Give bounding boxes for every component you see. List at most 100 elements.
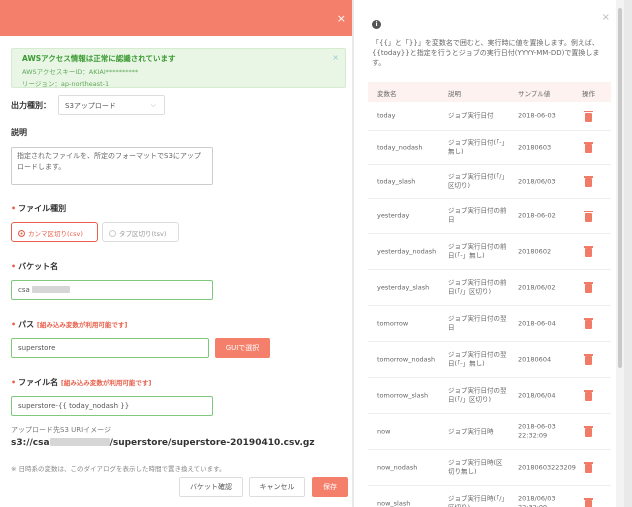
radio-tsv-label: タブ区切り(tsv) <box>119 230 167 238</box>
variables-table-header: 変数名 説明 サンプル値 操作 <box>368 82 611 102</box>
cell-name: today <box>377 111 396 120</box>
cell-sample: 2018/06/03 <box>518 176 556 185</box>
cell-sample: 2018-06-03 22:32:09 <box>518 422 556 440</box>
table-row: tomorrow_slash ジョブ実行日付の翌日(「/」区切り) 2018/06/… <box>368 378 611 414</box>
upload-uri-suffix: /superstore/superstore-20190410.csv.gz <box>109 438 315 448</box>
upload-uri-label: アップロード先S3 URIイメージ <box>11 426 112 434</box>
column-header: サンプル値 <box>518 90 551 98</box>
trash-icon[interactable] <box>584 426 593 437</box>
bucket-value: csa <box>18 286 30 294</box>
path-label: • パス [組み込み変数が利用可能です] <box>11 319 127 330</box>
cell-sample: 2018-06-02 <box>518 211 556 220</box>
file-type-label-text: ファイル種別 <box>18 204 67 213</box>
upload-uri: s3://csa/superstore/superstore-20190410.… <box>11 438 315 448</box>
cell-sample: 20180604 <box>518 354 552 363</box>
cell-name: now <box>377 426 391 435</box>
cancel-button[interactable]: キャンセル <box>249 477 305 497</box>
filename-label: • ファイル名 [組み込み変数が利用可能です] <box>11 377 151 388</box>
trash-icon[interactable] <box>584 390 593 401</box>
table-row: tomorrow_nodash ジョブ実行日付の翌日(「-」無し) 20180604 <box>368 342 611 378</box>
path-input[interactable]: superstore <box>11 338 209 358</box>
s3-upload-modal: × AWSアクセス情報は正常に認識されています AWSアクセスキーID：AKIA… <box>0 0 352 507</box>
modal-header: × <box>0 0 352 36</box>
chevron-down-icon: ⌵ <box>150 101 156 109</box>
column-header: 説明 <box>448 90 461 98</box>
trash-icon[interactable] <box>584 354 593 365</box>
column-header: 変数名 <box>377 90 397 98</box>
output-type-select[interactable]: S3アップロード ⌵ <box>58 95 165 115</box>
cell-name: tomorrow_nodash <box>377 354 436 363</box>
required-mark: • <box>11 262 17 271</box>
file-type-label: • ファイル種別 <box>11 203 66 214</box>
required-mark: • <box>11 378 17 387</box>
radio-csv-label: カンマ区切り(csv) <box>28 230 83 238</box>
radio-tsv[interactable]: タブ区切り(tsv) <box>102 222 179 242</box>
cell-name: tomorrow_slash <box>377 390 429 399</box>
table-row: now_nodash ジョブ実行日時(区切り無し) 20180603223209 <box>368 450 611 486</box>
cell-sample: 20180603223209 <box>518 462 576 471</box>
alert-key-line: AWSアクセスキーID：AKIAI********** <box>22 68 139 76</box>
required-mark: • <box>11 320 17 329</box>
trash-icon[interactable] <box>584 246 593 257</box>
cell-desc: ジョブ実行日付の翌日 <box>448 314 507 332</box>
bucket-check-button[interactable]: バケット確認 <box>179 477 243 497</box>
table-row: yesterday ジョブ実行日付の前日 2018-06-02 <box>368 199 611 234</box>
trash-icon[interactable] <box>584 210 593 222</box>
description-label: 説明 <box>11 128 27 137</box>
path-label-text: パス <box>18 320 35 329</box>
cell-sample: 20180603 <box>518 142 552 151</box>
trash-icon[interactable] <box>584 282 593 293</box>
modal-close-icon[interactable]: × <box>337 12 346 25</box>
table-row: yesterday_slash ジョブ実行日付の前日(「/」区切り) 2018/06… <box>368 270 611 306</box>
alert-region-line: リージョン：ap-northeast-1 <box>22 80 110 88</box>
cell-name: yesterday_slash <box>377 282 430 291</box>
radio-csv[interactable]: カンマ区切り(csv) <box>11 222 98 242</box>
radio-dot-icon <box>18 230 25 237</box>
save-button[interactable]: 保存 <box>312 477 348 497</box>
table-row: today ジョブ実行日付 2018-06-03 <box>368 102 611 131</box>
cell-desc: ジョブ実行日付の翌日(「/」区切り) <box>448 386 507 404</box>
cell-desc: ジョブ実行日付(「-」無し) <box>448 138 505 156</box>
alert-close-icon[interactable]: × <box>332 53 339 62</box>
cell-sample: 2018/06/03 22:32:09 <box>518 494 556 507</box>
cell-name: now_slash <box>377 498 411 507</box>
modal-body: AWSアクセス情報は正常に認識されています AWSアクセスキーID：AKIAI*… <box>0 36 352 507</box>
output-type-value: S3アップロード <box>65 102 116 110</box>
radio-dot-icon <box>109 230 116 237</box>
trash-icon[interactable] <box>584 110 593 122</box>
cell-desc: ジョブ実行日時(区切り無し) <box>448 458 503 476</box>
redacted-blur <box>49 438 110 446</box>
output-type-label: 出力種別： <box>11 101 51 110</box>
table-row: today_nodash ジョブ実行日付(「-」無し) 20180603 <box>368 131 611 165</box>
cell-sample: 2018-06-04 <box>518 318 556 327</box>
trash-icon[interactable] <box>584 318 593 329</box>
alert-title: AWSアクセス情報は正常に認識されています <box>22 54 176 63</box>
bucket-label: • バケット名 <box>11 261 58 272</box>
panel-scrollbar[interactable] <box>616 0 624 507</box>
gui-select-button[interactable]: GUIで選択 <box>215 338 270 358</box>
variables-help-panel: × i 「{{」と「}}」を変数名で囲むと、実行時に値を置換します。例えば、{{… <box>354 0 624 507</box>
required-mark: • <box>11 204 17 213</box>
scrollbar-thumb[interactable] <box>618 8 622 368</box>
table-row: yesterday_nodash ジョブ実行日付の前日(「-」無し) 2018060… <box>368 234 611 270</box>
cell-sample: 2018/06/04 <box>518 390 556 399</box>
trash-icon[interactable] <box>584 462 593 473</box>
trash-icon[interactable] <box>584 176 593 187</box>
description-textarea[interactable]: 指定されたファイルを、所定のフォーマットでS3にアップロードします。 <box>11 147 213 185</box>
table-row: tomorrow ジョブ実行日付の翌日 2018-06-04 <box>368 306 611 342</box>
bucket-input[interactable]: csa <box>11 280 213 300</box>
cell-name: yesterday_nodash <box>377 246 437 255</box>
cell-name: now_nodash <box>377 462 418 471</box>
cell-desc: ジョブ実行日時(「/」区切り) <box>448 494 508 507</box>
aws-status-alert: AWSアクセス情報は正常に認識されています AWSアクセスキーID：AKIAI*… <box>11 48 346 88</box>
cell-desc: ジョブ実行日付 <box>448 111 494 120</box>
trash-icon[interactable] <box>584 498 593 507</box>
trash-icon[interactable] <box>584 142 593 153</box>
panel-close-icon[interactable]: × <box>602 12 610 23</box>
panel-description: 「{{」と「}}」を変数名で囲むと、実行時に値を置換します。例えば、{{toda… <box>372 39 600 68</box>
cell-sample: 2018/06/02 <box>518 282 556 291</box>
cell-desc: ジョブ実行日付の前日 <box>448 206 507 224</box>
cell-desc: ジョブ実行日付の前日(「/」区切り) <box>448 278 507 296</box>
table-row: now_slash ジョブ実行日時(「/」区切り) 2018/06/03 22:32… <box>368 486 611 507</box>
filename-input[interactable]: superstore-{{ today_nodash }} <box>11 396 213 416</box>
